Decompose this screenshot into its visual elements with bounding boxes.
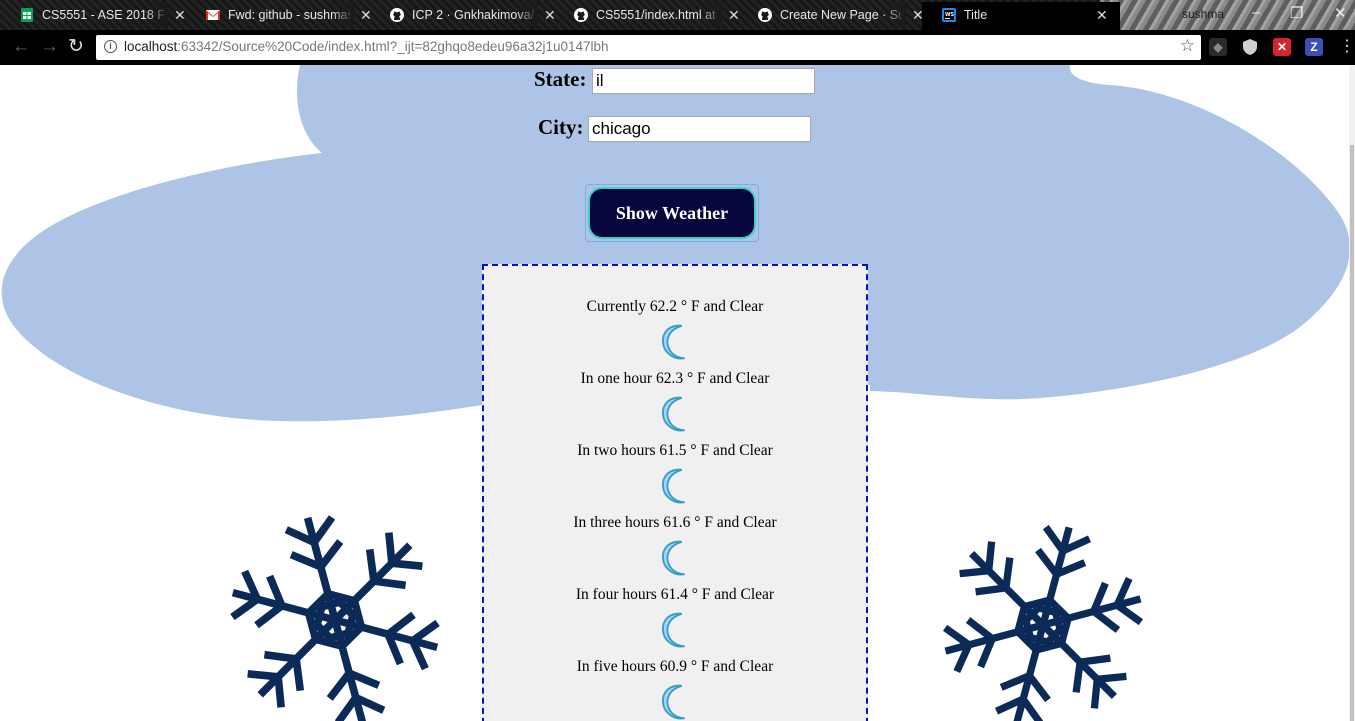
restore-icon[interactable]: ❐ [1290, 4, 1303, 22]
tab-fade [700, 2, 722, 28]
reload-icon[interactable]: ↻ [68, 37, 84, 57]
gmail-icon [206, 10, 220, 20]
tab-fade [884, 2, 906, 28]
scrollbar-thumb[interactable] [1350, 145, 1354, 721]
menu-icon[interactable]: ⋮ [1339, 37, 1355, 57]
forecast-text: Currently 62.2 ° F and Clear [586, 298, 764, 315]
forward-icon[interactable]: → [40, 37, 59, 57]
page-viewport: State: City: Show Weather Currently 62.2… [0, 65, 1355, 721]
url-host: localhost [124, 39, 178, 54]
webstorm-icon: WS [942, 8, 956, 22]
state-label: State: [534, 67, 587, 91]
sheets-icon [21, 8, 33, 22]
forecast-text: In three hours 61.6 ° F and Clear [573, 514, 777, 531]
info-icon[interactable]: i [104, 40, 117, 53]
address-bar[interactable]: i localhost:63342/Source%20Code/index.ht… [96, 35, 1201, 60]
tab-fade [516, 2, 538, 28]
moon-icon [661, 396, 685, 432]
zotero-extension-icon[interactable]: Z [1305, 38, 1323, 56]
moon-icon [661, 684, 685, 720]
moon-icon [661, 612, 685, 648]
close-window-icon[interactable]: ✕ [1334, 4, 1347, 22]
forecast-text: In five hours 60.9 ° F and Clear [576, 658, 774, 675]
svg-text:WS: WS [945, 12, 955, 18]
tab-fade [332, 2, 354, 28]
snowflake-right [903, 524, 1183, 721]
shield-extension-icon[interactable] [1241, 38, 1259, 56]
show-weather-focus-ring: Show Weather [585, 184, 759, 242]
state-input[interactable] [592, 68, 815, 94]
url-path: :63342/Source%20Code/index.html?_ijt=82g… [177, 39, 609, 54]
theme-background [1100, 0, 1355, 30]
github-icon [574, 8, 588, 22]
forecast-text: In one hour 62.3 ° F and Clear [580, 370, 770, 387]
city-row: City: [538, 115, 828, 143]
tab-sheets[interactable]: CS5551 - ASE 2018 Fall ✕ [0, 2, 196, 30]
page-scrollbar[interactable] [1349, 65, 1355, 721]
bookmark-star-icon[interactable]: ☆ [1180, 36, 1195, 56]
forecast-text: In four hours 61.4 ° F and Clear [575, 586, 775, 603]
ublock-extension-icon[interactable]: ✕ [1273, 38, 1291, 56]
tab-github-index[interactable]: CS5551/index.html at m ✕ [554, 2, 750, 30]
tab-gmail[interactable]: Fwd: github - sushmasr ✕ [186, 2, 382, 30]
back-icon[interactable]: ← [12, 37, 31, 57]
github-icon [390, 8, 404, 22]
moon-icon [661, 540, 685, 576]
show-weather-button[interactable]: Show Weather [588, 187, 756, 239]
minimize-icon[interactable]: – [1252, 4, 1260, 21]
snowflake-left [195, 515, 475, 721]
moon-icon [661, 324, 685, 360]
github-icon [758, 8, 772, 22]
tab-github-icp2[interactable]: ICP 2 · Gnkhakimova/C ✕ [370, 2, 566, 30]
tab-github-newpage[interactable]: Create New Page · Sush ✕ [738, 2, 934, 30]
url-text: localhost:63342/Source%20Code/index.html… [124, 39, 609, 54]
tab-title: Title [964, 8, 988, 22]
close-tab-icon[interactable]: ✕ [174, 2, 186, 28]
incognito-extension-icon[interactable]: ◆ [1209, 38, 1227, 56]
moon-icon [661, 468, 685, 504]
city-input[interactable] [588, 116, 811, 142]
profile-name[interactable]: sushma [1182, 0, 1224, 30]
state-row: State: [534, 67, 824, 95]
tab-title-active[interactable]: WS Title ✕ [922, 2, 1120, 30]
weather-results: Currently 62.2 ° F and Clear In one hour… [482, 264, 868, 721]
tab-fade [146, 2, 168, 28]
city-label: City: [538, 115, 584, 139]
forecast-text: In two hours 61.5 ° F and Clear [577, 442, 773, 459]
close-tab-icon[interactable]: ✕ [1096, 2, 1108, 28]
tab-strip: CS5551 - ASE 2018 Fall ✕ Fwd: github - s… [0, 0, 1355, 30]
